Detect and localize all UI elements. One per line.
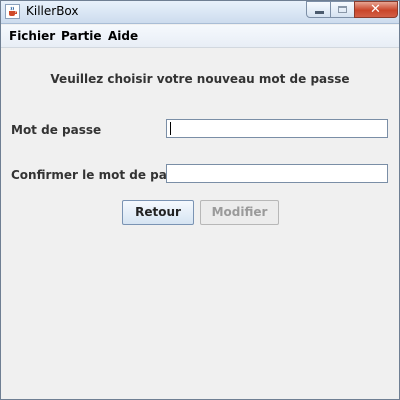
- menu-aide[interactable]: Aide: [108, 29, 138, 43]
- confirm-password-label: Confirmer le mot de passe: [11, 168, 190, 182]
- maximize-icon: [338, 6, 347, 13]
- close-icon: ✕: [370, 2, 381, 17]
- close-button[interactable]: ✕: [354, 1, 398, 18]
- java-cup-icon[interactable]: [5, 4, 20, 19]
- minimize-icon: [315, 11, 324, 14]
- minimize-button[interactable]: [306, 1, 331, 18]
- menu-fichier[interactable]: Fichier: [9, 29, 55, 43]
- menu-bar: Fichier Partie Aide: [1, 25, 399, 48]
- confirm-password-field[interactable]: [166, 164, 388, 183]
- title-bar[interactable]: KillerBox ✕: [1, 1, 399, 24]
- maximize-button[interactable]: [330, 1, 355, 18]
- password-label: Mot de passe: [11, 123, 102, 137]
- password-field[interactable]: [166, 119, 388, 138]
- text-caret: [170, 122, 171, 135]
- form-prompt: Veuillez choisir votre nouveau mot de pa…: [50, 72, 350, 86]
- window-title: KillerBox: [26, 4, 79, 18]
- menu-partie[interactable]: Partie: [61, 29, 101, 43]
- window-controls: ✕: [306, 1, 398, 19]
- app-window: KillerBox ✕ Fichier Partie Aide Veuillez…: [0, 0, 400, 400]
- back-button[interactable]: Retour: [122, 200, 194, 225]
- modify-button[interactable]: Modifier: [200, 200, 279, 225]
